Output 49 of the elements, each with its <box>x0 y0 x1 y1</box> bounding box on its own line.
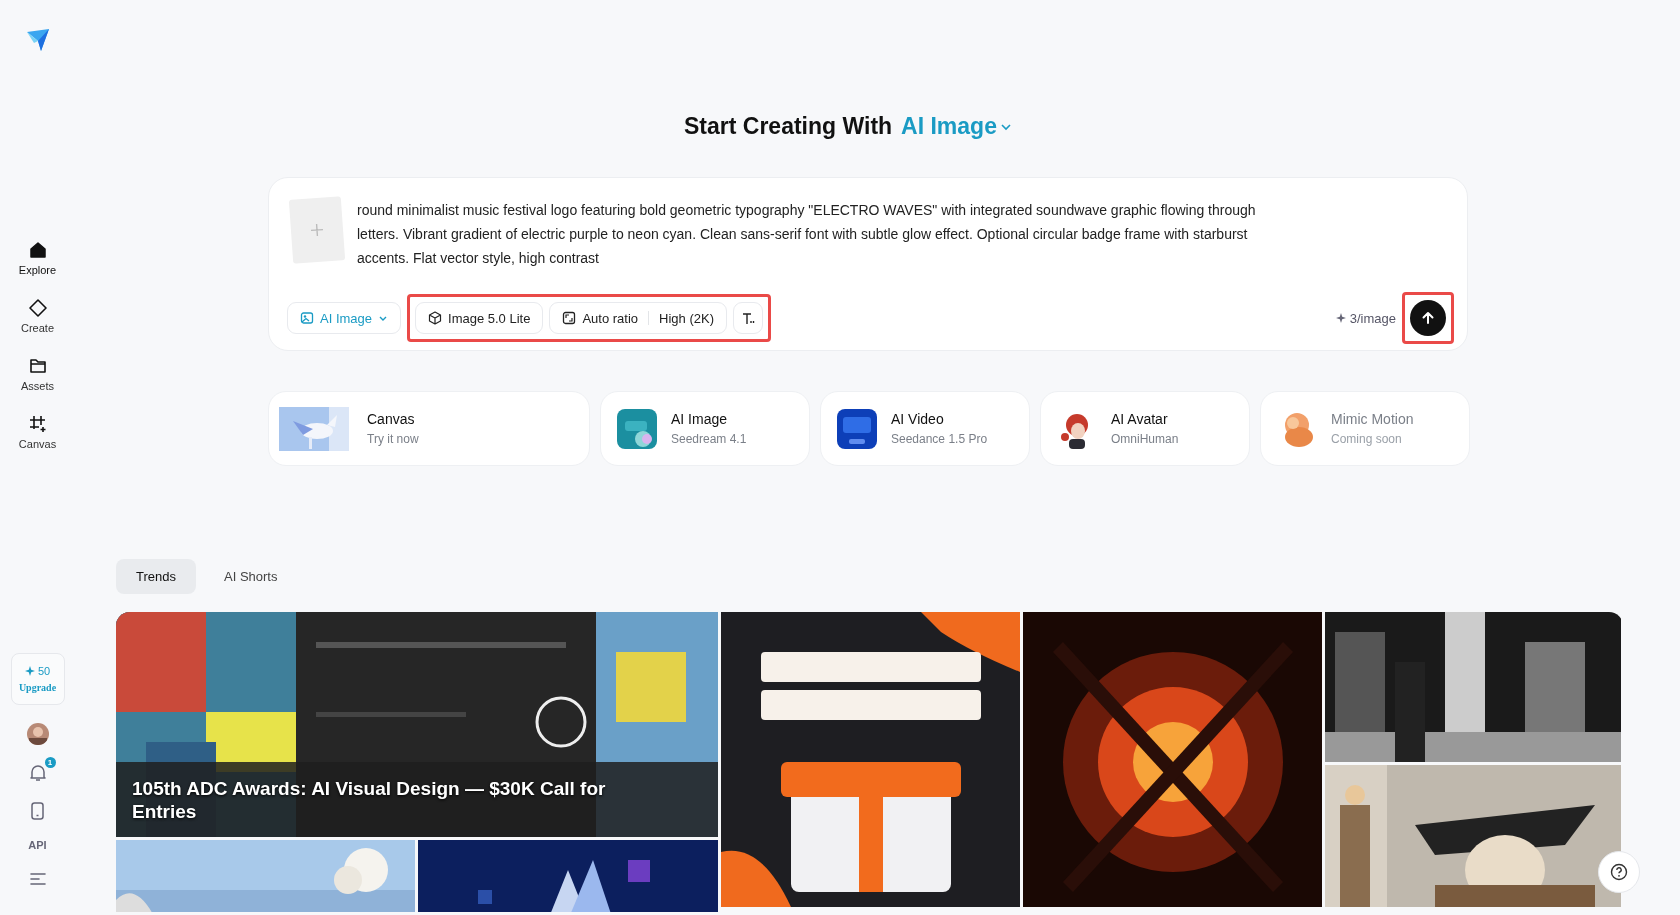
card-title: Canvas <box>367 411 416 427</box>
card-title: Mimic Motion <box>1331 411 1414 427</box>
feature-card[interactable]: AI Video Seedance 1.5 Pro <box>820 391 1030 466</box>
sparkle-icon <box>24 666 35 676</box>
quality-label: High (2K) <box>659 310 714 326</box>
folder-icon <box>27 356 48 376</box>
feature-card[interactable]: AI Avatar OmniHuman <box>1040 391 1250 466</box>
nav-item[interactable]: Assets <box>7 352 68 396</box>
card-caption: 105th ADC Awards: AI Visual Design — $30K Call for Entries <box>132 777 607 823</box>
card-title: AI Avatar <box>1111 411 1169 427</box>
nav-item[interactable]: Create <box>7 294 68 338</box>
tab[interactable]: AI Shorts <box>204 559 298 594</box>
image-icon <box>300 311 314 325</box>
card-subtitle: Try it now <box>367 432 419 446</box>
nav-item[interactable]: Explore <box>7 236 68 280</box>
model-button[interactable]: Image 5.0 Lite <box>415 302 544 334</box>
avatar-icon <box>26 723 49 745</box>
plus-icon <box>309 222 325 238</box>
nav-item[interactable]: Canvas <box>7 410 68 454</box>
prompt-box[interactable] <box>268 177 1468 351</box>
feature-card[interactable]: Canvas Try it now <box>268 391 590 466</box>
phone-icon <box>28 801 47 821</box>
page-title: Start Creating With <box>684 113 893 140</box>
card-subtitle: OmniHuman <box>1111 432 1179 446</box>
card-title: AI Image <box>671 411 729 427</box>
home-icon <box>27 240 48 260</box>
text-icon <box>741 311 755 325</box>
card-title: AI Video <box>891 411 945 427</box>
diamond-icon <box>27 298 48 318</box>
ratio-icon <box>562 311 577 325</box>
api-link[interactable]: API <box>28 839 47 851</box>
card-subtitle: Coming soon <box>1331 432 1403 446</box>
card-subtitle: Seedream 4.1 <box>671 432 747 446</box>
arrow-up-icon <box>1420 310 1436 326</box>
credit-count: 50 <box>37 665 51 677</box>
ratio-label: Auto ratio <box>582 310 639 326</box>
feature-card[interactable]: AI Image Seedream 4.1 <box>600 391 810 466</box>
tab[interactable]: Trends <box>116 559 196 594</box>
frame-icon <box>27 414 48 434</box>
help-icon <box>1610 863 1628 881</box>
bell-icon <box>27 763 48 783</box>
card-subtitle: Seedance 1.5 Pro <box>891 432 988 446</box>
cube-icon <box>428 311 443 325</box>
text-style-button[interactable] <box>733 302 763 334</box>
sparkle-icon <box>1335 313 1346 323</box>
cost-label: 3/image <box>1349 310 1396 326</box>
notification-badge: 1 <box>44 757 56 768</box>
ratio-quality-button[interactable]: Auto ratio High (2K) <box>549 302 727 334</box>
send-button[interactable] <box>1410 300 1446 336</box>
